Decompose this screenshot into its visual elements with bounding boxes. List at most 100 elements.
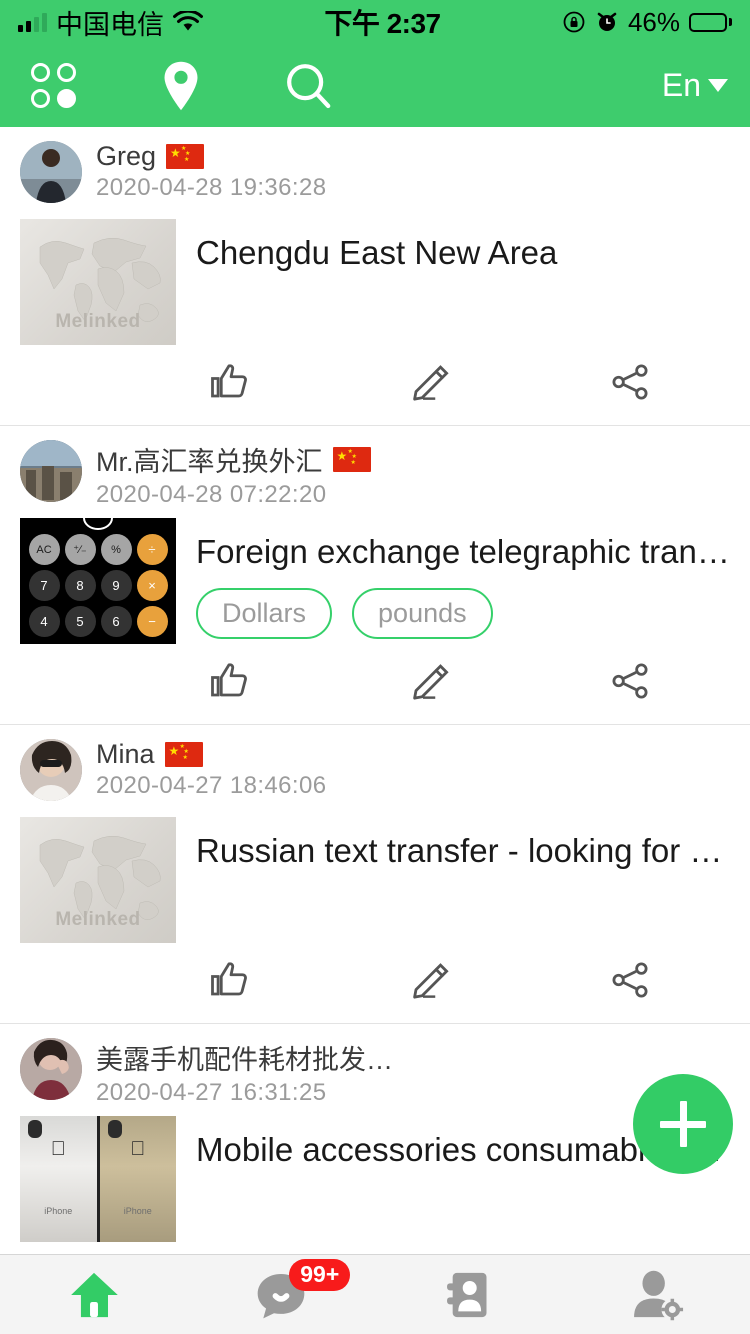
post-header: Greg ★ ★ ★ ★ 2020-04-28 19:36:28 bbox=[20, 141, 730, 209]
grid-circles-icon[interactable] bbox=[22, 55, 84, 117]
post-title-column: Chengdu East New Area bbox=[196, 219, 730, 345]
phone-notch bbox=[83, 518, 113, 530]
calc-key: AC bbox=[28, 534, 60, 565]
bottom-tab-bar: 99+ bbox=[0, 1254, 750, 1334]
status-bar-right: 46% bbox=[562, 7, 732, 38]
share-button[interactable] bbox=[530, 951, 730, 1009]
map-placeholder-image: Melinked bbox=[20, 219, 176, 345]
calc-key: 8 bbox=[64, 570, 96, 601]
language-label: En bbox=[661, 67, 701, 103]
post-thumbnail[interactable]: Melinked bbox=[20, 219, 176, 345]
post-header: 美露手机配件耗材批发… 2020-04-27 16:31:25 bbox=[20, 1038, 730, 1106]
tab-home[interactable] bbox=[0, 1255, 188, 1334]
carrier-label: 中国电信 bbox=[56, 9, 164, 40]
post-title-column: Foreign exchange telegraphic trans... Do… bbox=[196, 518, 730, 644]
chevron-down-icon bbox=[708, 79, 728, 92]
map-placeholder-image: Melinked bbox=[20, 817, 176, 943]
edit-button[interactable] bbox=[330, 353, 530, 411]
post-body: iPhone iPhone Mobile accessories consu… bbox=[20, 1106, 730, 1242]
like-button[interactable] bbox=[130, 951, 330, 1009]
wifi-icon bbox=[173, 11, 203, 31]
share-button[interactable] bbox=[530, 652, 730, 710]
share-button[interactable] bbox=[530, 353, 730, 411]
calculator-row: 7 8 9 × bbox=[26, 570, 170, 601]
calc-key: × bbox=[136, 570, 168, 601]
battery-icon bbox=[689, 12, 732, 32]
post-meta: Greg ★ ★ ★ ★ 2020-04-28 19:36:28 bbox=[96, 141, 326, 202]
calc-key: ⁺∕₋ bbox=[64, 534, 96, 565]
language-selector[interactable]: En bbox=[662, 67, 728, 104]
post-timestamp: 2020-04-27 16:31:25 bbox=[96, 1079, 327, 1106]
edit-button[interactable] bbox=[330, 652, 530, 710]
post-header: Mr.高汇率兑换外汇 ★ ★ ★ ★ 2020-04-28 07:22:20 bbox=[20, 440, 730, 508]
tag-chip[interactable]: pounds bbox=[352, 588, 493, 639]
tag-chip[interactable]: Dollars bbox=[196, 588, 333, 639]
post-username[interactable]: Greg bbox=[96, 141, 156, 172]
post-actions bbox=[20, 943, 730, 1023]
calc-key: 6 bbox=[100, 606, 132, 637]
post-title[interactable]: Russian text transfer - looking for a... bbox=[196, 831, 730, 871]
china-flag-icon: ★ ★ ★ ★ bbox=[166, 144, 205, 169]
tab-messages[interactable]: 99+ bbox=[188, 1255, 376, 1334]
like-button[interactable] bbox=[130, 353, 330, 411]
post-thumbnail[interactable]: iPhone iPhone bbox=[20, 1116, 176, 1242]
rotation-lock-icon bbox=[563, 11, 585, 33]
app-root: 中国电信 下午 2:37 46% En Greg ★ ★ ★ ★ 2020-04… bbox=[0, 0, 750, 1334]
post-item[interactable]: Mina ★ ★ ★ ★ 2020-04-27 18:46:06 Melinke… bbox=[0, 725, 750, 1024]
post-username[interactable]: Mina bbox=[96, 739, 155, 770]
unread-badge: 99+ bbox=[289, 1259, 351, 1291]
app-header: En bbox=[0, 44, 750, 127]
post-username[interactable]: Mr.高汇率兑换外汇 bbox=[96, 440, 323, 479]
edit-button[interactable] bbox=[330, 951, 530, 1009]
post-item[interactable]: Greg ★ ★ ★ ★ 2020-04-28 19:36:28 Melinke… bbox=[0, 127, 750, 426]
thumbnail-watermark: Melinked bbox=[55, 311, 141, 332]
avatar[interactable] bbox=[20, 1038, 82, 1100]
calculator-row: 4 5 6 − bbox=[26, 606, 170, 637]
post-actions bbox=[20, 1242, 730, 1254]
post-thumbnail[interactable]: AC ⁺∕₋ % ÷ 7 8 9 × 4 5 6 − bbox=[20, 518, 176, 644]
phone-gold: iPhone bbox=[96, 1116, 176, 1242]
avatar[interactable] bbox=[20, 739, 82, 801]
like-button[interactable] bbox=[130, 652, 330, 710]
signal-bars-icon bbox=[18, 12, 47, 32]
post-meta: Mina ★ ★ ★ ★ 2020-04-27 18:46:06 bbox=[96, 739, 326, 800]
calc-key: − bbox=[136, 606, 168, 637]
calc-key: ÷ bbox=[136, 534, 168, 565]
status-bar-left: 中国电信 bbox=[18, 3, 203, 42]
post-username[interactable]: 美露手机配件耗材批发… bbox=[96, 1038, 393, 1077]
post-actions bbox=[20, 644, 730, 724]
post-actions bbox=[20, 345, 730, 425]
post-meta: 美露手机配件耗材批发… 2020-04-27 16:31:25 bbox=[96, 1038, 393, 1107]
calc-key: % bbox=[100, 534, 132, 565]
calc-key: 7 bbox=[28, 570, 60, 601]
location-pin-icon[interactable] bbox=[150, 55, 212, 117]
tab-profile-settings[interactable] bbox=[563, 1255, 750, 1334]
post-timestamp: 2020-04-27 18:46:06 bbox=[96, 772, 327, 799]
plus-icon-vertical bbox=[679, 1101, 687, 1147]
battery-percent-label: 46% bbox=[627, 6, 680, 37]
add-post-fab[interactable] bbox=[633, 1074, 733, 1174]
phone-silver: iPhone bbox=[20, 1116, 97, 1242]
post-title[interactable]: Chengdu East New Area bbox=[196, 233, 730, 273]
user-settings-icon bbox=[634, 1270, 684, 1320]
post-timestamp: 2020-04-28 19:36:28 bbox=[96, 174, 327, 201]
post-body: Melinked Russian text transfer - looking… bbox=[20, 807, 730, 943]
post-title-column: Russian text transfer - looking for a... bbox=[196, 817, 730, 943]
post-feed[interactable]: Greg ★ ★ ★ ★ 2020-04-28 19:36:28 Melinke… bbox=[0, 127, 750, 1254]
post-header: Mina ★ ★ ★ ★ 2020-04-27 18:46:06 bbox=[20, 739, 730, 807]
post-timestamp: 2020-04-28 07:22:20 bbox=[96, 481, 327, 508]
avatar[interactable] bbox=[20, 440, 82, 502]
home-icon bbox=[70, 1272, 118, 1317]
china-flag-icon: ★ ★ ★ ★ bbox=[164, 742, 203, 767]
post-name-row: Mina ★ ★ ★ ★ bbox=[96, 739, 326, 770]
calculator-row: AC ⁺∕₋ % ÷ bbox=[26, 534, 170, 565]
post-item[interactable]: Mr.高汇率兑换外汇 ★ ★ ★ ★ 2020-04-28 07:22:20 AC ⁺… bbox=[0, 426, 750, 725]
search-icon[interactable] bbox=[278, 55, 340, 117]
post-name-row: Mr.高汇率兑换外汇 ★ ★ ★ ★ bbox=[96, 440, 371, 479]
tab-contacts[interactable] bbox=[375, 1255, 563, 1334]
phones-image: iPhone iPhone bbox=[20, 1116, 176, 1242]
post-title[interactable]: Foreign exchange telegraphic trans... bbox=[196, 532, 730, 572]
thumbnail-watermark: Melinked bbox=[55, 909, 141, 930]
post-thumbnail[interactable]: Melinked bbox=[20, 817, 176, 943]
avatar[interactable] bbox=[20, 141, 82, 203]
